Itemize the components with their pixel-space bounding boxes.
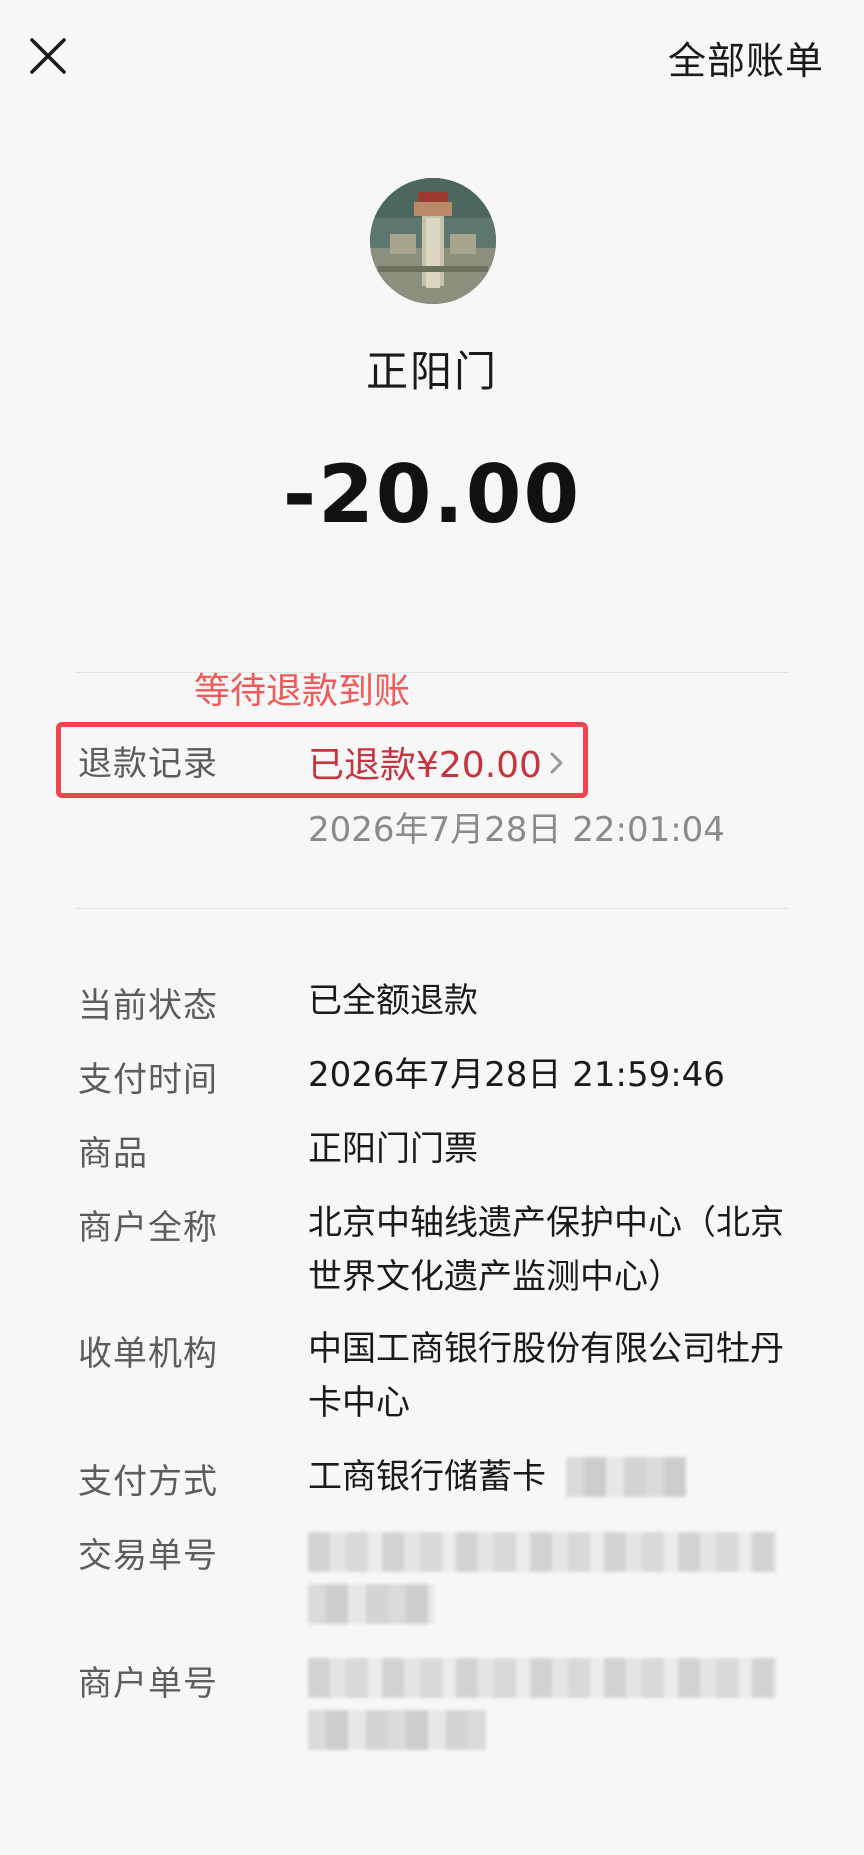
payment-method-value: 工商银行储蓄卡 xyxy=(308,1457,546,1497)
product-label: 商品 xyxy=(78,1134,148,1174)
chevron-right-icon[interactable] xyxy=(546,748,568,778)
merchant-order-label: 商户单号 xyxy=(78,1664,218,1704)
refund-annotation: 等待退款到账 xyxy=(194,671,411,712)
payment-method-label: 支付方式 xyxy=(78,1462,218,1502)
divider-bottom xyxy=(76,908,788,909)
merchant-name: 正阳门 xyxy=(365,347,498,396)
all-bills-button[interactable]: 全部账单 xyxy=(668,30,824,85)
close-icon[interactable] xyxy=(26,34,70,78)
refund-record-value[interactable]: 已退款¥20.00 xyxy=(308,736,542,788)
transaction-amount: -20.00 xyxy=(282,448,582,541)
divider-top xyxy=(76,672,788,673)
pay-time-label: 支付时间 xyxy=(78,1060,218,1100)
merchant-avatar xyxy=(370,178,496,304)
acquirer-value: 中国工商银行股份有限公司牡丹卡中心 xyxy=(308,1329,784,1423)
acquirer-label: 收单机构 xyxy=(78,1334,218,1374)
product-value: 正阳门门票 xyxy=(308,1129,478,1169)
pay-time-value: 2026年7月28日 21:59:46 xyxy=(308,1055,725,1095)
status-label: 当前状态 xyxy=(78,986,218,1026)
merchant-fullname-label: 商户全称 xyxy=(78,1208,218,1248)
status-value: 已全额退款 xyxy=(308,981,478,1021)
refund-record-label: 退款记录 xyxy=(78,744,218,784)
merchant-order-redacted-2 xyxy=(308,1710,486,1750)
transaction-id-redacted-2 xyxy=(308,1584,434,1624)
refund-time: 2026年7月28日 22:01:04 xyxy=(308,810,725,850)
transaction-id-redacted xyxy=(308,1532,776,1572)
merchant-fullname-value: 北京中轴线遗产保护中心（北京世界文化遗产监测中心） xyxy=(308,1203,784,1297)
merchant-order-redacted xyxy=(308,1658,776,1698)
top-bar: 全部账单 xyxy=(0,0,864,110)
transaction-id-label: 交易单号 xyxy=(78,1536,218,1576)
payment-method-redacted xyxy=(566,1457,686,1497)
